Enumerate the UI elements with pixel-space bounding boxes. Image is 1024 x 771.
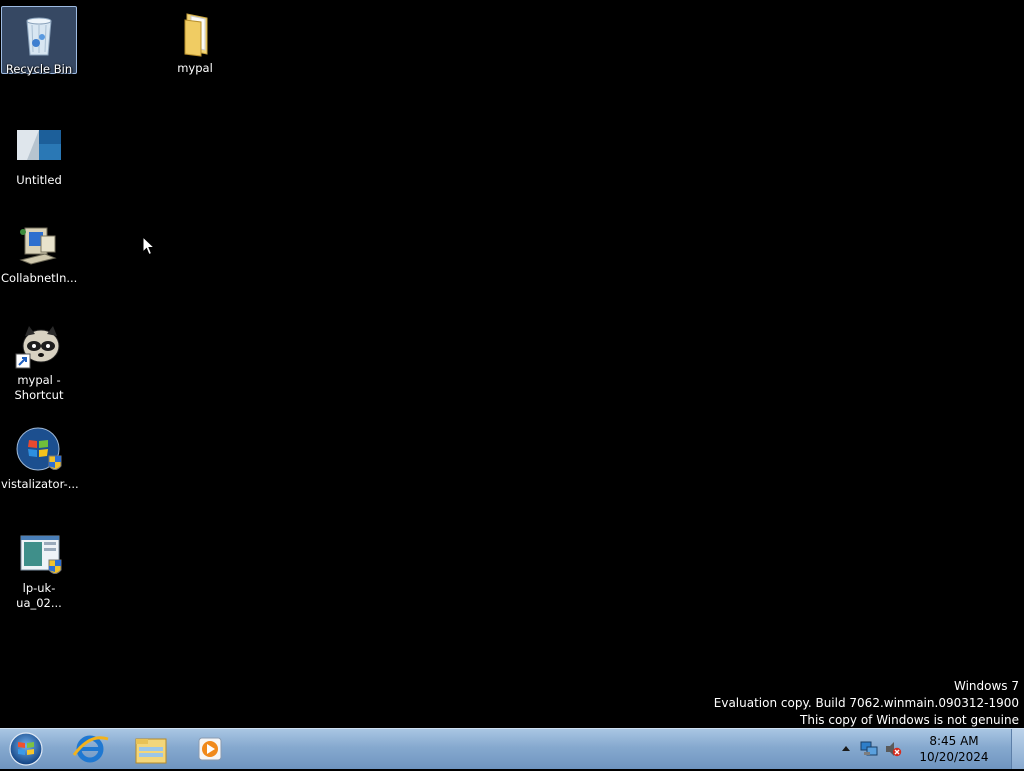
collabnet-installer-shortcut[interactable]: CollabnetIn... <box>1 216 77 286</box>
mouse-cursor-icon <box>142 236 156 256</box>
taskbar-media-player[interactable] <box>184 731 236 767</box>
raccoon-icon <box>15 322 63 370</box>
mypal-app-shortcut[interactable]: mypal - Shortcut <box>1 318 77 403</box>
watermark-build: Evaluation copy. Build 7062.winmain.0903… <box>713 696 1019 710</box>
windows-orb-icon <box>15 426 63 474</box>
system-tray: 8:45 AM 10/20/2024 <box>840 729 1010 769</box>
language-pack-shortcut[interactable]: lp-uk-ua_02... <box>1 526 77 611</box>
clock-time: 8:45 AM <box>929 734 979 748</box>
network-icon <box>860 741 878 756</box>
windows-start-orb-icon <box>9 732 43 766</box>
show-hidden-icons-button[interactable] <box>840 741 852 760</box>
taskbar: 8:45 AM 10/20/2024 <box>0 728 1024 769</box>
installer-package-icon <box>15 530 63 578</box>
vistalizator-label: vistalizator-... <box>1 477 79 491</box>
collabnet-label: CollabnetIn... <box>1 271 78 285</box>
network-tray-icon-button[interactable] <box>860 740 878 762</box>
windows-watermark: Windows 7 Evaluation copy. Build 7062.wi… <box>714 678 1019 729</box>
internet-explorer-icon <box>72 735 109 763</box>
volume-tray-icon-button[interactable] <box>884 740 902 762</box>
taskbar-file-explorer[interactable] <box>124 731 176 767</box>
watermark-edition: Windows 7 <box>953 679 1019 693</box>
installer-computer-icon <box>15 220 63 268</box>
mypal-folder-shortcut[interactable]: mypal <box>157 6 233 76</box>
taskbar-clock[interactable]: 8:45 AM 10/20/2024 <box>918 733 990 765</box>
taskbar-internet-explorer[interactable] <box>64 731 116 767</box>
folder-icon <box>171 10 219 58</box>
recycle-bin-shortcut[interactable]: Recycle Bin <box>1 6 77 76</box>
media-player-icon <box>198 737 222 761</box>
file-explorer-icon <box>135 738 167 764</box>
watermark-genuine-notice: This copy of Windows is not genuine <box>800 713 1019 727</box>
start-button[interactable] <box>6 731 46 767</box>
desktop[interactable]: Recycle Bin mypal Untitled CollabnetIn..… <box>0 0 1024 728</box>
language-pack-label: lp-uk-ua_02... <box>16 581 62 610</box>
mypal-shortcut-label: mypal - Shortcut <box>14 373 64 402</box>
vistalizator-shortcut[interactable]: vistalizator-... <box>1 422 79 492</box>
image-file-icon <box>15 122 63 170</box>
recycle-bin-icon <box>15 11 63 59</box>
recycle-bin-label: Recycle Bin <box>5 62 73 76</box>
untitled-label: Untitled <box>16 173 62 187</box>
clock-date: 10/20/2024 <box>919 750 989 764</box>
mypal-folder-label: mypal <box>177 61 213 75</box>
volume-muted-icon <box>886 742 902 757</box>
chevron-up-icon <box>842 746 850 751</box>
untitled-file-shortcut[interactable]: Untitled <box>1 118 77 188</box>
show-desktop-button[interactable] <box>1011 729 1024 769</box>
